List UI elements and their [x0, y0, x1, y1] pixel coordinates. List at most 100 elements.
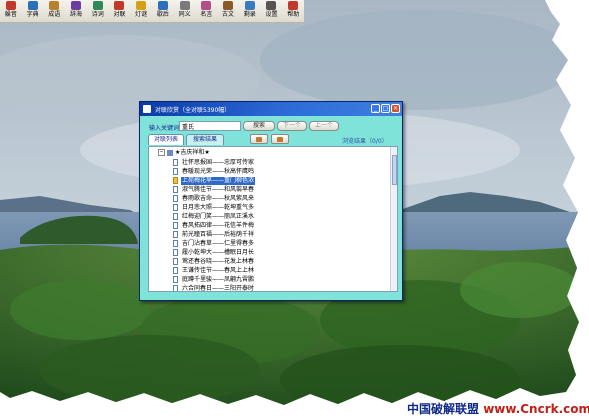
scrollbar-thumb[interactable] [392, 155, 397, 185]
book-icon [71, 1, 82, 10]
watermark-cn: 中国破解联盟 [407, 402, 480, 416]
collapse-toggle-icon[interactable]: − [158, 149, 165, 156]
book-icon [244, 1, 255, 10]
tree-item-label: 前光瞳百福——后裕荫千祥 [182, 230, 255, 238]
tree-item[interactable]: 日月悲大照——乾坤重气多 [173, 203, 255, 212]
book-icon [114, 1, 125, 10]
tab-search-results[interactable]: 搜索结果 [186, 134, 224, 145]
toolbar-button-label: 辞海 [70, 11, 83, 18]
tree-item-label: 莺还春谷晓——花发上林春 [182, 257, 255, 265]
toolbar-button-label: 躲音 [4, 11, 17, 18]
toolbar-button-8[interactable]: 同义 [174, 0, 196, 22]
document-icon [173, 213, 178, 220]
book-icon [256, 137, 262, 142]
tree-item[interactable]: 红梅迎门笑——丽凤正溪水 [173, 212, 255, 221]
tree-item[interactable]: 六合同春日——三阳开泰时 [173, 284, 255, 291]
toolbar-button-label: 设置 [265, 11, 278, 18]
book-icon [5, 1, 16, 10]
screenshot-frame: 躲音 字典 成语 辞海 诗词 对联 灯谜 歇后 同义 名言 古文 剩录 设置 帮助 对联欣赏（全对联539… [0, 0, 579, 405]
search-button[interactable]: 搜索 [243, 121, 275, 131]
tree-item-label: 日月悲大照——乾坤重气多 [182, 203, 255, 211]
toolbar-button-4[interactable]: 诗词 [87, 0, 109, 22]
toolbar-button-label: 对联 [113, 11, 126, 18]
gear-icon [266, 1, 277, 10]
toolbar-button-label: 同义 [178, 11, 191, 18]
vertical-scrollbar[interactable] [390, 147, 397, 291]
toolbar-button-0[interactable]: 躲音 [0, 0, 22, 22]
tree-item-label: 春雨歌吉命——秋风紫风来 [182, 194, 255, 202]
toolbar-button-11[interactable]: 剩录 [239, 0, 261, 22]
book-icon [167, 149, 173, 156]
toolbar-button-label: 歇后 [156, 11, 169, 18]
tree-item[interactable]: 吉门沾春草——仁里得春多 [173, 239, 255, 248]
next-button[interactable]: 下一个 [277, 121, 307, 131]
maximize-button[interactable]: □ [381, 104, 390, 113]
watermark: 中国破解联盟 www.Cncrk.com [407, 400, 589, 417]
dialog-titlebar[interactable]: 对联欣赏（全对联5390幅） _ □ × [140, 102, 402, 116]
toolbar-button-3[interactable]: 辞海 [65, 0, 87, 22]
toolbar-button-13[interactable]: 帮助 [282, 0, 304, 22]
toolbar-button-10[interactable]: 古文 [217, 0, 239, 22]
prev-button[interactable]: 上一个 [309, 121, 339, 131]
tree-item[interactable]: 王谦传佳节——春风上上林 [173, 266, 255, 275]
tree-root[interactable]: − ★吉庆祥和★ [158, 149, 210, 157]
tree-item[interactable]: 淑气腾佳节——和风翦早春 [173, 185, 255, 194]
toolbar-button-7[interactable]: 歇后 [152, 0, 174, 22]
tree-item[interactable]: 壮怀思报国——忠厚可传家 [173, 158, 255, 167]
book-icon [201, 1, 212, 10]
tree-item-label: 春暖现光荣——秋高怀鹰鸣 [182, 167, 255, 175]
tree-item-label: 壮怀思报国——忠厚可传家 [182, 158, 255, 166]
toolbar-button-label: 字典 [26, 11, 39, 18]
app-icon [143, 105, 151, 113]
search-input[interactable] [179, 121, 241, 131]
tree-item[interactable]: 前光瞳百福——后裕荫千祥 [173, 230, 255, 239]
document-icon [173, 258, 178, 265]
tree-item[interactable]: 庭蹲千里骏——凤翩九霄鹏 [173, 275, 255, 284]
document-icon [173, 249, 178, 256]
document-icon [173, 285, 178, 291]
book-icon [136, 1, 147, 10]
help-icon [288, 1, 299, 10]
tree-root-label: ★吉庆祥和★ [175, 149, 210, 156]
toolbar-button-label: 帮助 [287, 11, 300, 18]
tree-item-label: 红梅迎门笑——丽凤正溪水 [182, 212, 255, 220]
document-icon [173, 186, 178, 193]
tree-item-list: 壮怀思报国——忠厚可传家 春暖现光荣——秋高怀鹰鸣 上苑梅花早——重门柳色浓 淑气腾佳… [173, 158, 256, 291]
tree-item-label: 王谦传佳节——春风上上林 [182, 266, 255, 274]
tree-item-label: 上苑梅花早——重门柳色浓 [181, 176, 256, 185]
toolbar-button-2[interactable]: 成语 [43, 0, 65, 22]
expand-button[interactable] [250, 134, 268, 144]
browse-status: 浏览结果（0/0） [342, 138, 388, 145]
toolbar-button-9[interactable]: 名言 [195, 0, 217, 22]
toolbar-button-label: 剩录 [243, 11, 256, 18]
tree-item[interactable]: 春雨歌吉命——秋风紫风来 [173, 194, 255, 203]
couplet-tree: − ★吉庆祥和★ 壮怀思报国——忠厚可传家 春暖现光荣——秋高怀鹰鸣 上苑梅花早——重… [148, 146, 398, 292]
tree-item[interactable]: 春暖现光荣——秋高怀鹰鸣 [173, 167, 255, 176]
toolbar-button-12[interactable]: 设置 [261, 0, 283, 22]
document-icon [173, 231, 178, 238]
book-icon [223, 1, 234, 10]
document-icon [173, 168, 178, 175]
document-icon [173, 177, 178, 184]
minimize-button[interactable]: _ [371, 104, 380, 113]
toolbar-button-label: 名言 [200, 11, 213, 18]
document-icon [173, 204, 178, 211]
tree-item[interactable]: 上苑梅花早——重门柳色浓 [173, 176, 256, 185]
document-icon [173, 276, 178, 283]
close-button[interactable]: × [391, 104, 400, 113]
tree-item[interactable]: 春风拓四律——花信羊件梅 [173, 221, 255, 230]
collapse-button[interactable] [271, 134, 289, 144]
toolbar-button-1[interactable]: 字典 [22, 0, 44, 22]
document-icon [173, 195, 178, 202]
tree-item[interactable]: 履小乾坤大——槽眠日月长 [173, 248, 255, 257]
tree-item[interactable]: 莺还春谷晓——花发上林春 [173, 257, 255, 266]
book-icon [27, 1, 38, 10]
tab-couplet-list[interactable]: 对联列表 [148, 134, 184, 145]
tree-item-label: 淑气腾佳节——和风翦早春 [182, 185, 255, 193]
toolbar-button-label: 成语 [48, 11, 61, 18]
toolbar-button-6[interactable]: 灯谜 [130, 0, 152, 22]
tree-item-label: 履小乾坤大——槽眠日月长 [182, 248, 255, 256]
book-icon [49, 1, 60, 10]
main-toolbar: 躲音 字典 成语 辞海 诗词 对联 灯谜 歇后 同义 名言 古文 剩录 设置 帮助 [0, 0, 304, 23]
toolbar-button-5[interactable]: 对联 [109, 0, 131, 22]
